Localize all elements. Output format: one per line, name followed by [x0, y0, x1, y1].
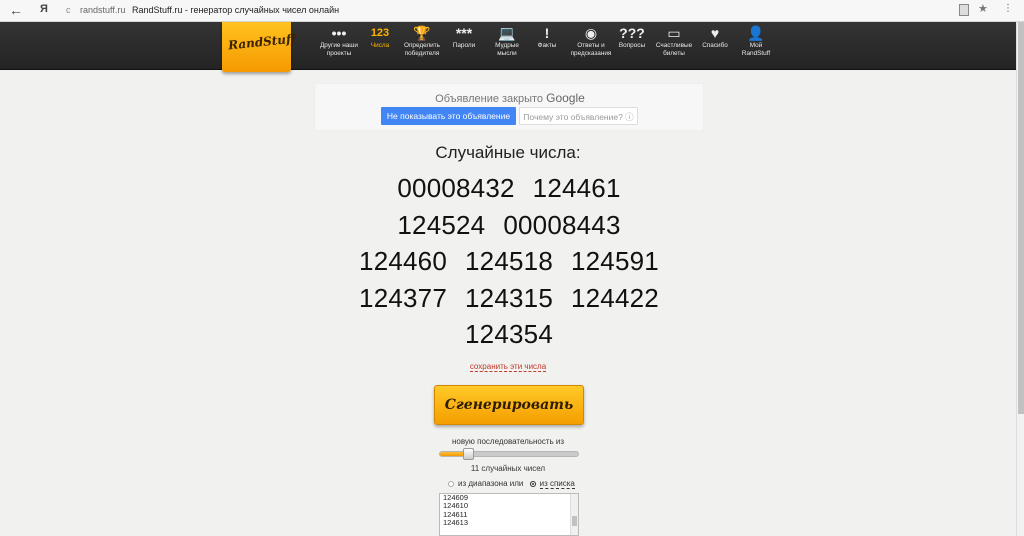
ticket-icon: ▭ — [667, 25, 681, 41]
nav-facts[interactable]: ! Факты — [532, 24, 562, 70]
nav-wise-thoughts[interactable]: 💻 Мудрые мысли — [490, 24, 524, 70]
address-page-title[interactable]: RandStuff.ru - генератор случайных чисел… — [132, 5, 339, 15]
bookmark-star-icon[interactable]: ★ — [978, 2, 988, 15]
why-this-ad-button[interactable]: Почему это объявление? ⓘ — [519, 107, 638, 125]
browser-toolbar: ← Я c randstuff.ru RandStuff.ru - генера… — [0, 0, 1024, 22]
page-icon[interactable] — [959, 4, 969, 16]
textarea-scroll-thumb[interactable] — [572, 516, 577, 526]
dont-show-ad-button[interactable]: Не показывать это объявление — [381, 107, 516, 125]
browser-menu-icon[interactable]: ⋮ — [1003, 3, 1013, 14]
ad-closed-box: Объявление закрыто Google Не показывать … — [314, 83, 704, 131]
save-numbers-link[interactable]: сохранить эти числа — [469, 362, 547, 372]
dots-icon: ••• — [331, 25, 347, 41]
source-radio-group: из диапазона или из списка — [448, 479, 579, 489]
heart-icon: ♥ — [710, 25, 720, 41]
randstuff-logo[interactable]: RandStuff — [222, 22, 297, 72]
count-label: 11 случайных чисел — [470, 464, 546, 473]
nav-other-projects[interactable]: ••• Другие наши проекты — [314, 24, 364, 70]
number-item: 00008432 — [397, 173, 515, 203]
nav-lucky-tickets[interactable]: ▭ Счастливые билеты — [652, 24, 696, 70]
radio-list-option[interactable]: из списка — [529, 479, 575, 489]
generate-button[interactable]: Сгенерировать — [434, 385, 584, 425]
number-item: 124461 — [532, 173, 621, 203]
slider-handle[interactable] — [462, 448, 474, 460]
sequence-label: новую последовательность из — [451, 437, 565, 446]
radio-range[interactable] — [448, 480, 454, 487]
trophy-icon: 🏆 — [413, 25, 431, 41]
list-values-textarea[interactable]: 124609 124610 124611 124613 — [439, 493, 579, 536]
number-item: 00008443 — [503, 209, 621, 240]
numbers-icon: 123 — [370, 27, 390, 39]
google-brand: Google — [546, 91, 585, 105]
address-domain[interactable]: randstuff.ru — [80, 5, 125, 15]
nav-answers[interactable]: ◉ Ответы и предсказания — [565, 24, 617, 70]
number-item: 124315 — [465, 282, 553, 313]
number-item: 124422 — [570, 282, 659, 313]
back-arrow-icon[interactable]: ← — [8, 2, 24, 18]
laptop-icon: 💻 — [498, 25, 516, 41]
number-item: 124524 — [397, 209, 486, 240]
textarea-scrollbar[interactable] — [570, 494, 578, 535]
nav-passwords[interactable]: *** Пароли — [448, 24, 480, 70]
number-item: 124460 — [359, 246, 448, 276]
save-numbers-link-row: сохранить эти числа — [0, 362, 1016, 372]
radio-range-option[interactable]: из диапазона или — [448, 479, 523, 488]
count-slider[interactable] — [439, 448, 579, 460]
reload-icon[interactable]: c — [66, 5, 71, 15]
nav-thanks[interactable]: ♥ Спасибо — [700, 24, 730, 70]
exclamation-icon: ! — [544, 25, 550, 41]
ad-closed-text: Объявление закрыто Google — [435, 91, 585, 105]
nav-winner[interactable]: 🏆 Определить победителя — [400, 24, 444, 70]
number-item: 124377 — [359, 282, 448, 313]
number-item: 124354 — [465, 319, 553, 349]
page-scroll-thumb[interactable] — [1018, 22, 1024, 414]
number-item: 124591 — [570, 246, 659, 276]
browser-logo[interactable]: Я — [40, 3, 48, 15]
radio-list[interactable] — [529, 480, 536, 487]
magic-ball-icon: ◉ — [584, 25, 598, 41]
question-marks-icon: ??? — [619, 25, 645, 41]
nav-questions[interactable]: ??? Вопросы — [616, 24, 648, 70]
number-item: 124518 — [465, 246, 553, 276]
list-item: 124613 — [443, 517, 469, 527]
password-icon: *** — [455, 25, 473, 41]
page-title: Случайные числа: — [435, 143, 581, 162]
nav-my-randstuff[interactable]: 👤 Мой RandStuff — [738, 24, 774, 70]
user-icon: 👤 — [747, 25, 765, 41]
nav-numbers[interactable]: 123 Числа — [366, 24, 394, 70]
random-numbers: 00008432 124461 124524 00008443 124460 1245… — [334, 170, 684, 353]
page-scrollbar[interactable] — [1016, 22, 1024, 536]
